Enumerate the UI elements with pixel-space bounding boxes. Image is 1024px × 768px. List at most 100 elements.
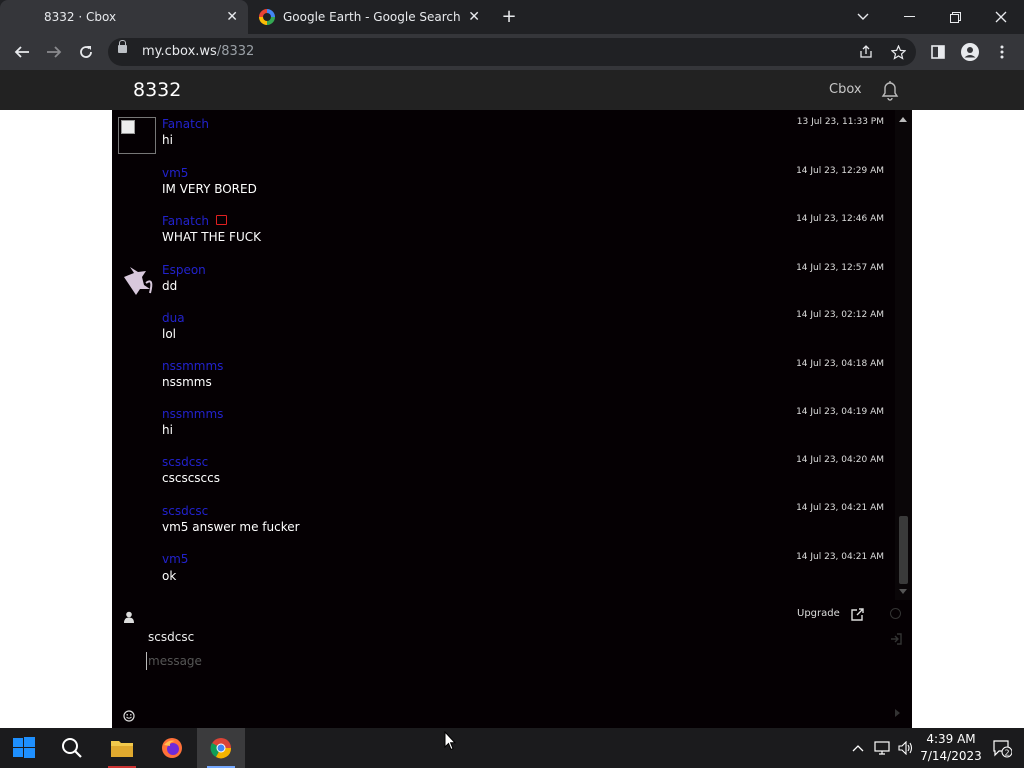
clock-time: 4:39 AM xyxy=(926,732,976,746)
new-tab-plus-icon[interactable]: + xyxy=(500,6,518,28)
list-item: scsdcsc vm5 answer me fucker 14 Jul 23, … xyxy=(112,496,895,544)
message-time: 14 Jul 23, 04:19 AM xyxy=(796,407,884,417)
network-icon[interactable] xyxy=(872,728,892,768)
forward-arrow-icon[interactable] xyxy=(42,40,66,64)
message-time: 14 Jul 23, 12:46 AM xyxy=(796,214,884,224)
browser-tab-strip: 8332 · Cbox ✕ Google Earth - Google Sear… xyxy=(0,0,1024,34)
list-item: Fanatch WHAT THE FUCK 14 Jul 23, 12:46 A… xyxy=(112,206,895,254)
nickname-display[interactable]: scsdcsc xyxy=(148,630,194,644)
close-window-icon[interactable] xyxy=(978,0,1024,34)
reload-icon[interactable] xyxy=(74,40,98,64)
cbox-link[interactable]: Cbox xyxy=(829,82,862,97)
side-panel-icon[interactable] xyxy=(926,40,950,64)
firefox-icon[interactable] xyxy=(148,728,196,768)
message-time: 14 Jul 23, 04:20 AM xyxy=(796,455,884,465)
bell-icon[interactable] xyxy=(878,78,902,102)
message-time: 14 Jul 23, 12:29 AM xyxy=(796,166,884,176)
restore-icon[interactable] xyxy=(932,0,978,34)
list-item: Espeon dd 14 Jul 23, 12:57 AM xyxy=(112,255,895,303)
moderator-badge-icon xyxy=(216,215,227,225)
page-header: 8332 Cbox xyxy=(0,70,1024,110)
notification-center-icon[interactable]: 2 xyxy=(992,738,1013,758)
username[interactable]: scsdcsc xyxy=(162,504,208,518)
login-icon[interactable] xyxy=(890,630,902,645)
message-time: 13 Jul 23, 11:33 PM xyxy=(796,117,884,127)
message-text: lol xyxy=(162,327,177,341)
chat-box: Fanatch hi 13 Jul 23, 11:33 PM vm5 IM VE… xyxy=(112,110,912,728)
taskbar-clock[interactable]: 4:39 AM 7/14/2023 xyxy=(920,731,982,765)
close-tab-icon[interactable]: ✕ xyxy=(468,9,480,25)
list-item: vm5 IM VERY BORED 14 Jul 23, 12:29 AM xyxy=(112,158,895,206)
message-time: 14 Jul 23, 04:21 AM xyxy=(796,503,884,513)
username[interactable]: Fanatch xyxy=(162,117,209,131)
list-item: dua lol 14 Jul 23, 02:12 AM xyxy=(112,303,895,351)
lock-icon[interactable] xyxy=(118,40,127,53)
message-text: IM VERY BORED xyxy=(162,182,257,196)
mouse-cursor-icon xyxy=(444,731,456,751)
message-text: vm5 answer me fucker xyxy=(162,520,300,534)
show-hidden-icons-chevron-icon[interactable] xyxy=(848,728,868,768)
menu-kebab-icon[interactable] xyxy=(990,40,1014,64)
list-item: scsdcsc cscscsccs 14 Jul 23, 04:20 AM xyxy=(112,448,895,496)
notification-count: 2 xyxy=(1004,749,1009,758)
volume-icon[interactable] xyxy=(896,728,916,768)
scroll-down-arrow-icon[interactable] xyxy=(899,589,907,594)
tab-title: 8332 · Cbox xyxy=(44,10,117,24)
message-text: hi xyxy=(162,133,173,147)
tab-google-search[interactable]: Google Earth - Google Search ✕ xyxy=(248,0,490,34)
file-explorer-icon[interactable] xyxy=(98,728,146,768)
bookmark-star-icon[interactable] xyxy=(888,42,908,62)
message-text: WHAT THE FUCK xyxy=(162,230,261,244)
message-text: nssmms xyxy=(162,375,212,389)
username[interactable]: vm5 xyxy=(162,166,188,180)
clock-date: 7/14/2023 xyxy=(920,749,982,763)
message-input[interactable] xyxy=(146,652,768,670)
emoji-smile-icon[interactable] xyxy=(123,707,135,722)
message-time: 14 Jul 23, 04:18 AM xyxy=(796,359,884,369)
message-form: Upgrade scsdcsc xyxy=(112,600,912,728)
username[interactable]: vm5 xyxy=(162,552,188,566)
upgrade-link[interactable]: Upgrade xyxy=(797,608,840,619)
message-text: dd xyxy=(162,279,178,293)
google-favicon-icon xyxy=(259,9,275,25)
message-time: 14 Jul 23, 12:57 AM xyxy=(796,263,884,273)
page-title: 8332 xyxy=(133,79,182,101)
list-item: nssmmms nssmms 14 Jul 23, 04:18 AM xyxy=(112,352,895,400)
tab-cbox[interactable]: 8332 · Cbox ✕ xyxy=(0,0,248,34)
message-list: Fanatch hi 13 Jul 23, 11:33 PM vm5 IM VE… xyxy=(112,110,895,600)
address-bar[interactable]: my.cbox.ws/8332 xyxy=(108,38,916,66)
username[interactable]: scsdcsc xyxy=(162,455,208,469)
username[interactable]: nssmmms xyxy=(162,359,223,373)
send-arrow-icon[interactable] xyxy=(895,709,900,717)
status-circle-icon[interactable] xyxy=(890,608,901,619)
message-time: 14 Jul 23, 02:12 AM xyxy=(796,310,884,320)
browser-toolbar: my.cbox.ws/8332 xyxy=(0,34,1024,70)
list-item: vm5 ok 14 Jul 23, 04:21 AM xyxy=(112,545,895,593)
list-item: nssmmms hi 14 Jul 23, 04:19 AM xyxy=(112,400,895,448)
url-path: /8332 xyxy=(216,44,255,59)
username[interactable]: Espeon xyxy=(162,263,206,277)
profile-icon[interactable] xyxy=(958,40,982,64)
tab-search-chevron-icon[interactable] xyxy=(840,0,886,34)
username[interactable]: nssmmms xyxy=(162,407,223,421)
share-icon[interactable] xyxy=(856,42,876,62)
message-time: 14 Jul 23, 04:21 AM xyxy=(796,552,884,562)
username[interactable]: dua xyxy=(162,311,185,325)
windows-start-icon[interactable] xyxy=(0,728,48,768)
user-icon[interactable] xyxy=(123,608,135,623)
scrollbar-thumb[interactable] xyxy=(899,516,908,584)
tab-title: Google Earth - Google Search xyxy=(283,10,461,24)
message-text: cscscsccs xyxy=(162,471,220,485)
chrome-icon[interactable] xyxy=(197,728,245,768)
back-arrow-icon[interactable] xyxy=(10,40,34,64)
message-text: hi xyxy=(162,423,173,437)
scroll-up-arrow-icon[interactable] xyxy=(899,117,907,122)
message-scrollbar[interactable] xyxy=(895,110,912,600)
url-text: my.cbox.ws/8332 xyxy=(142,44,254,59)
minimize-icon[interactable] xyxy=(886,0,932,34)
popout-icon[interactable] xyxy=(851,606,864,621)
close-tab-icon[interactable]: ✕ xyxy=(226,9,238,25)
url-host: my.cbox.ws xyxy=(142,44,217,59)
username[interactable]: Fanatch xyxy=(162,214,209,228)
search-icon[interactable] xyxy=(48,728,96,768)
